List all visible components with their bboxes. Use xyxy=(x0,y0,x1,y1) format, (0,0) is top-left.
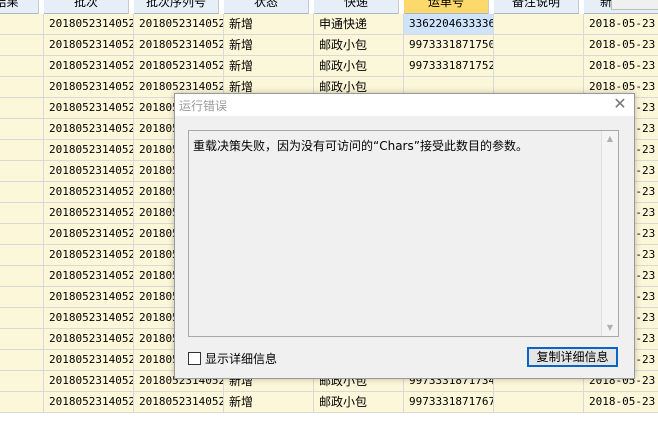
show-details-checkbox[interactable] xyxy=(188,352,201,365)
table-cell[interactable] xyxy=(0,77,44,98)
table-cell[interactable]: 9973331871767 xyxy=(404,392,494,413)
table-cell[interactable]: 新增 xyxy=(224,392,314,413)
table-cell[interactable]: 申通快递 xyxy=(314,14,404,35)
table-cell[interactable]: 2018-05-23 xyxy=(584,392,658,413)
scroll-down-icon[interactable]: ▼ xyxy=(602,320,618,336)
table-cell[interactable]: 2018052314052 xyxy=(44,371,134,392)
error-message-box[interactable]: 重载决策失败，因为没有可访问的“Chars”接受此数目的参数。 ▲ ▼ xyxy=(188,130,619,337)
table-cell[interactable]: 2018052314052 xyxy=(44,161,134,182)
table-cell[interactable]: 2018052314052 xyxy=(134,35,224,56)
column-header[interactable]: 快递 xyxy=(314,0,399,14)
scroll-up-icon[interactable]: ▲ xyxy=(602,131,618,147)
table-cell[interactable]: 新增 xyxy=(224,14,314,35)
column-header[interactable]: 批次 xyxy=(44,0,129,14)
table-cell[interactable]: 新增 xyxy=(224,56,314,77)
grid-header: 结果批次批次序列号状态快递运单号备注说明新增时间 xyxy=(0,0,658,14)
table-cell[interactable]: 2018052314052 xyxy=(134,56,224,77)
table-cell[interactable] xyxy=(494,56,584,77)
table-cell[interactable]: 9973331871752 xyxy=(404,56,494,77)
table-cell[interactable]: 2018-05-23 xyxy=(584,56,658,77)
table-cell[interactable]: 2018052314052 xyxy=(44,266,134,287)
column-header[interactable]: 结果 xyxy=(0,0,39,14)
table-cell[interactable]: 2018052314052 xyxy=(134,14,224,35)
table-cell[interactable]: 2018052314052 xyxy=(44,98,134,119)
table-cell[interactable] xyxy=(0,350,44,371)
table-cell[interactable]: 2018052314052 xyxy=(44,329,134,350)
table-cell[interactable]: 9973331871750 xyxy=(404,35,494,56)
table-cell[interactable] xyxy=(0,119,44,140)
table-cell[interactable]: 2018052314052 xyxy=(44,287,134,308)
table-cell[interactable] xyxy=(494,14,584,35)
table-cell[interactable] xyxy=(0,371,44,392)
table-cell[interactable]: 2018052314052 xyxy=(134,392,224,413)
table-row[interactable]: 20180523140522018052314052新增邮政小包99733318… xyxy=(0,35,658,56)
table-cell[interactable] xyxy=(0,266,44,287)
table-cell[interactable]: 3362204633336 xyxy=(404,14,494,35)
table-cell[interactable]: 2018052314052 xyxy=(44,245,134,266)
table-cell[interactable]: 2018052314052 xyxy=(44,140,134,161)
table-cell[interactable]: 2018-05-23 xyxy=(584,35,658,56)
table-cell[interactable]: 2018052314052 xyxy=(44,182,134,203)
column-header[interactable]: 备注说明 xyxy=(494,0,579,14)
table-cell[interactable] xyxy=(0,245,44,266)
table-cell[interactable] xyxy=(494,35,584,56)
table-cell[interactable]: 2018052314052 xyxy=(44,224,134,245)
dialog-title: 运行错误 xyxy=(179,99,228,113)
table-cell[interactable] xyxy=(0,56,44,77)
table-cell[interactable]: 2018052314052 xyxy=(44,350,134,371)
table-cell[interactable]: 新增 xyxy=(224,35,314,56)
table-cell[interactable] xyxy=(494,392,584,413)
copy-details-button[interactable]: 复制详细信息 xyxy=(527,347,618,367)
table-row[interactable]: 20180523140522018052314052新增邮政小包99733318… xyxy=(0,392,658,413)
table-cell[interactable]: 邮政小包 xyxy=(314,56,404,77)
table-cell[interactable]: 2018052314052 xyxy=(44,392,134,413)
close-icon[interactable]: ✕ xyxy=(612,96,628,112)
column-header[interactable]: 运单号 xyxy=(404,0,489,14)
table-cell[interactable]: 2018-05-23 xyxy=(584,14,658,35)
table-cell[interactable] xyxy=(0,140,44,161)
table-cell[interactable]: 2018052314052 xyxy=(44,203,134,224)
column-header[interactable]: 批次序列号 xyxy=(134,0,219,14)
table-cell[interactable] xyxy=(0,287,44,308)
table-cell[interactable] xyxy=(0,98,44,119)
table-cell[interactable]: 2018052314052 xyxy=(44,56,134,77)
dialog-title-bar: 运行错误 ✕ xyxy=(175,94,634,116)
table-cell[interactable] xyxy=(0,308,44,329)
table-cell[interactable] xyxy=(0,224,44,245)
table-cell[interactable]: 邮政小包 xyxy=(314,392,404,413)
table-cell[interactable] xyxy=(0,35,44,56)
error-dialog: 运行错误 ✕ 重载决策失败，因为没有可访问的“Chars”接受此数目的参数。 ▲… xyxy=(174,93,635,379)
show-details-label[interactable]: 显示详细信息 xyxy=(205,350,277,367)
table-cell[interactable] xyxy=(0,14,44,35)
table-cell[interactable] xyxy=(0,329,44,350)
table-row[interactable]: 20180523140522018052314052新增邮政小包99733318… xyxy=(0,56,658,77)
table-cell[interactable] xyxy=(0,182,44,203)
table-cell[interactable]: 2018052314052 xyxy=(44,35,134,56)
table-cell[interactable]: 2018052314052 xyxy=(44,308,134,329)
table-cell[interactable]: 2018052314052 xyxy=(44,14,134,35)
column-header[interactable]: 状态 xyxy=(224,0,309,14)
table-cell[interactable]: 2018052314052 xyxy=(44,119,134,140)
table-cell[interactable] xyxy=(0,392,44,413)
table-cell[interactable] xyxy=(0,203,44,224)
table-cell[interactable] xyxy=(0,161,44,182)
window-control[interactable] xyxy=(611,0,658,10)
message-scrollbar[interactable]: ▲ ▼ xyxy=(601,131,618,336)
table-cell[interactable]: 邮政小包 xyxy=(314,35,404,56)
error-message: 重载决策失败，因为没有可访问的“Chars”接受此数目的参数。 xyxy=(193,139,528,153)
table-cell[interactable]: 2018052314052 xyxy=(44,77,134,98)
table-row[interactable]: 2018052314052 2018052314052 新增 申通快递 33622046… xyxy=(0,14,658,35)
